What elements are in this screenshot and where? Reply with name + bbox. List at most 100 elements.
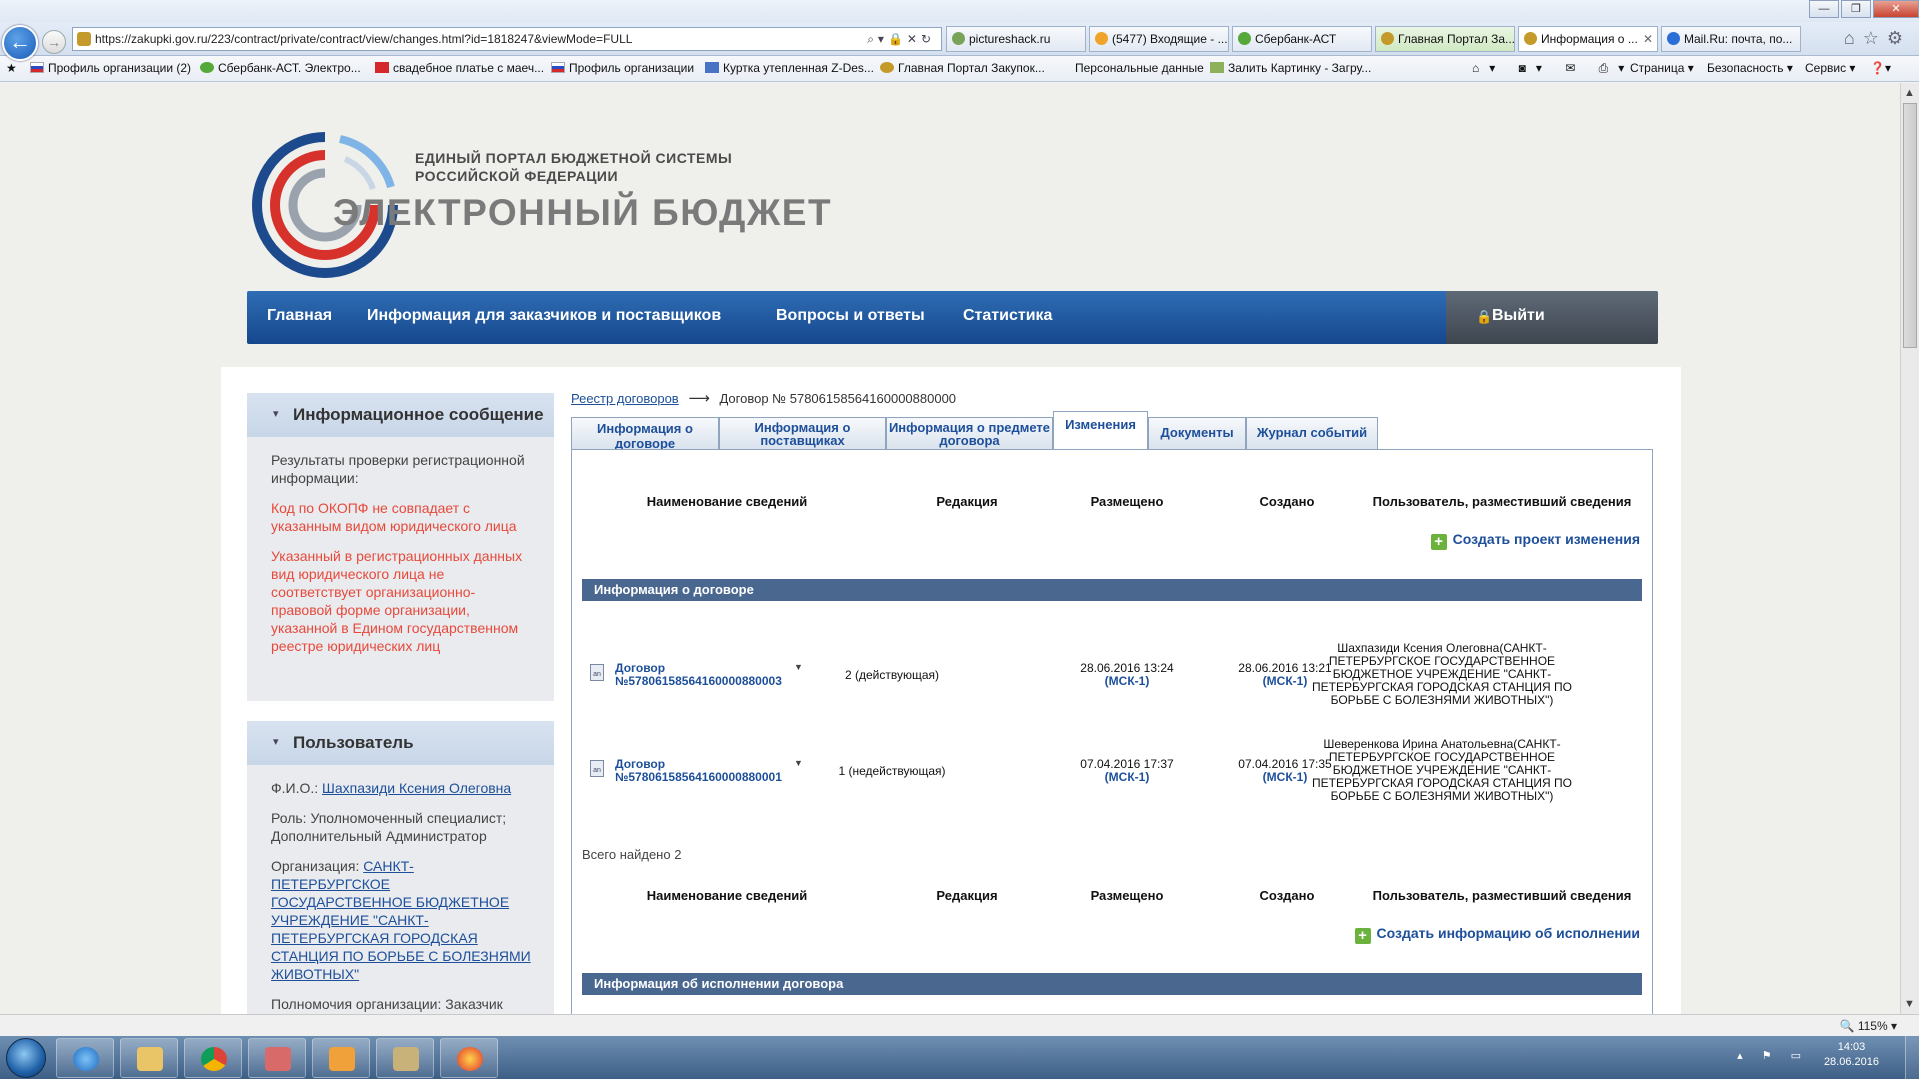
favorite-link[interactable]: Персональные данные <box>1075 61 1204 75</box>
col-user: Пользователь, разместивший сведения <box>1372 494 1632 509</box>
info-error-okopf: Код по ОКОПФ не совпадает с указанным ви… <box>271 500 517 534</box>
1c-icon <box>457 1047 483 1071</box>
col-edition: Редакция <box>936 888 998 903</box>
portal-title-line1: ЕДИНЫЙ ПОРТАЛ БЮДЖЕТНОЙ СИСТЕМЫ <box>415 150 733 166</box>
tab-suppliers-info[interactable]: Информация о поставщиках <box>719 417 886 451</box>
table-row: an Договор №57806158564160000880001 ▼ 1 … <box>572 738 1652 816</box>
command-bar-icons[interactable]: ⌂▾ ◙▾ ✉ ⎙▾ <box>1472 61 1634 76</box>
nav-faq[interactable]: Вопросы и ответы <box>776 307 925 325</box>
favorite-link[interactable]: Залить Картинку - Загру... <box>1210 61 1371 75</box>
browser-tab-active[interactable]: Информация о ... ✕ <box>1518 26 1658 52</box>
safety-menu[interactable]: Безопасность ▾ <box>1707 61 1793 75</box>
favorite-link[interactable]: Главная Портал Закупок... <box>880 61 1045 75</box>
back-button[interactable]: ← <box>2 25 38 61</box>
contract-link[interactable]: Договор №57806158564160000880001 <box>615 758 782 784</box>
taskbar-network[interactable] <box>376 1038 434 1078</box>
chevron-down-icon: ▾ <box>273 408 279 420</box>
browser-tab[interactable]: (5477) Входящие - ... <box>1089 26 1229 52</box>
zoom-control[interactable]: 🔍 115% ▾ <box>1840 1019 1897 1033</box>
nav-statistics[interactable]: Статистика <box>963 307 1052 325</box>
lock-icon: 🔒 <box>1476 309 1493 324</box>
breadcrumb-current: Договор № 57806158564160000880000 <box>719 391 957 406</box>
col-created: Создано <box>1259 888 1315 903</box>
favorites-star-icon[interactable]: ★ <box>6 61 17 75</box>
taskbar-explorer[interactable] <box>120 1038 178 1078</box>
tab-favicon-icon <box>1524 32 1537 45</box>
favorite-link[interactable]: Профиль организации <box>551 61 694 75</box>
logout-button[interactable]: 🔒 Выйти <box>1446 291 1658 344</box>
row-edition: 2 (действующая) <box>844 668 940 682</box>
tab-changes[interactable]: Изменения <box>1053 411 1148 451</box>
organization-link[interactable]: САНКТ-ПЕТЕРБУРГСКОЕ ГОСУДАРСТВЕННОЕ БЮДЖ… <box>271 858 531 982</box>
table-header: Наименование сведений Редакция Размещено… <box>572 888 1652 908</box>
address-bar[interactable]: https://zakupki.gov.ru/223/contract/priv… <box>72 27 942 51</box>
info-message-header[interactable]: ▾ Информационное сообщение <box>247 393 554 437</box>
browser-toolbar-icons: ⌂☆⚙ <box>1844 28 1911 49</box>
info-error-egrul: Указанный в регистрационных данных вид ю… <box>271 548 523 654</box>
scroll-down-icon[interactable]: ▼ <box>1904 998 1915 1010</box>
web-page: ЕДИНЫЙ ПОРТАЛ БЮДЖЕТНОЙ СИСТЕМЫ РОССИЙСК… <box>0 83 1900 1014</box>
tab-documents[interactable]: Документы <box>1148 417 1246 451</box>
col-edition: Редакция <box>936 494 998 509</box>
browser-tab[interactable]: Главная Портал За... <box>1375 26 1515 52</box>
help-icon[interactable]: ❓▾ <box>1870 61 1891 75</box>
dropdown-caret-icon[interactable]: ▼ <box>794 662 803 672</box>
favorite-link[interactable]: Профиль организации (2) <box>30 61 191 75</box>
nav-info-customers-suppliers[interactable]: Информация для заказчиков и поставщиков <box>367 307 721 325</box>
tab-close-icon[interactable]: ✕ <box>1643 27 1653 51</box>
forward-button[interactable]: → <box>42 30 66 54</box>
breadcrumb-registry-link[interactable]: Реестр договоров <box>571 391 679 406</box>
windows-taskbar: ▴ ⚑ ▭ 14:03 28.06.2016 <box>0 1036 1919 1079</box>
scroll-up-icon[interactable]: ▲ <box>1904 87 1915 99</box>
minimize-button[interactable]: — <box>1809 0 1839 18</box>
col-name: Наименование сведений <box>646 888 808 903</box>
browser-tab[interactable]: pictureshack.ru <box>946 26 1086 52</box>
address-tools-icon[interactable]: ⌕▾🔒✕↻ <box>867 28 935 50</box>
chevron-down-icon: ▾ <box>273 736 279 748</box>
scroll-thumb[interactable] <box>1903 103 1917 348</box>
taskbar-chrome[interactable] <box>184 1038 242 1078</box>
browser-tab[interactable]: Сбербанк-АСТ <box>1232 26 1372 52</box>
plus-icon: + <box>1354 928 1371 944</box>
show-desktop-button[interactable] <box>1905 1036 1919 1079</box>
user-box-header[interactable]: ▾ Пользователь <box>247 721 554 765</box>
la-icon <box>705 62 719 73</box>
tab-contract-info[interactable]: Информация о договоре <box>571 417 719 451</box>
close-button[interactable]: ✕ <box>1873 0 1919 18</box>
tab-subject-info[interactable]: Информация о предмете договора <box>886 417 1053 451</box>
settings-gear-icon[interactable]: ⚙ <box>1887 28 1911 48</box>
home-icon[interactable]: ⌂ <box>1844 28 1863 48</box>
page-scrollbar[interactable]: ▲ ▼ <box>1900 83 1919 1014</box>
create-change-project-link[interactable]: + Создать проект изменения <box>1430 531 1640 550</box>
media-player-icon <box>329 1047 355 1071</box>
content-area: ▾ Информационное сообщение Результаты пр… <box>221 367 1681 1014</box>
taskbar-ie[interactable] <box>56 1038 114 1078</box>
create-execution-info-link[interactable]: + Создать информацию об исполнении <box>1354 925 1640 944</box>
network-icon <box>393 1047 419 1071</box>
browser-tab[interactable]: Mail.Ru: почта, по... <box>1661 26 1801 52</box>
start-button[interactable] <box>6 1038 46 1078</box>
breadcrumb: Реестр договоров ⟶ Договор № 57806158564… <box>571 389 956 407</box>
favorite-link[interactable]: Куртка утепленная Z-Des... <box>705 61 874 75</box>
dropdown-caret-icon[interactable]: ▼ <box>794 758 803 768</box>
favorite-link[interactable]: свадебное платье с маеч... <box>375 61 544 75</box>
taskbar-media[interactable] <box>312 1038 370 1078</box>
col-placed: Размещено <box>1090 494 1164 509</box>
tab-event-log[interactable]: Журнал событий <box>1246 417 1378 451</box>
tab-favicon-icon <box>1095 32 1108 45</box>
favorite-link[interactable]: Сбербанк-АСТ. Электро... <box>200 61 361 75</box>
tray-icons[interactable]: ▴ ⚑ ▭ <box>1737 1049 1809 1062</box>
sber-icon <box>200 62 214 73</box>
row-edition: 1 (недействующая) <box>838 764 946 778</box>
page-menu[interactable]: Страница ▾ <box>1630 61 1694 75</box>
service-menu[interactable]: Сервис ▾ <box>1805 61 1855 75</box>
clock[interactable]: 14:03 28.06.2016 <box>1824 1040 1879 1070</box>
taskbar-snipping[interactable] <box>248 1038 306 1078</box>
contract-link[interactable]: Договор №57806158564160000880003 <box>615 662 782 688</box>
user-fio-link[interactable]: Шахпазиди Ксения Олеговна <box>322 780 511 796</box>
taskbar-1c[interactable] <box>440 1038 498 1078</box>
changes-panel: Наименование сведений Редакция Размещено… <box>571 449 1653 1014</box>
favorites-star-icon[interactable]: ☆ <box>1863 28 1887 48</box>
nav-home[interactable]: Главная <box>267 307 332 325</box>
maximize-button[interactable]: ❐ <box>1841 0 1871 18</box>
